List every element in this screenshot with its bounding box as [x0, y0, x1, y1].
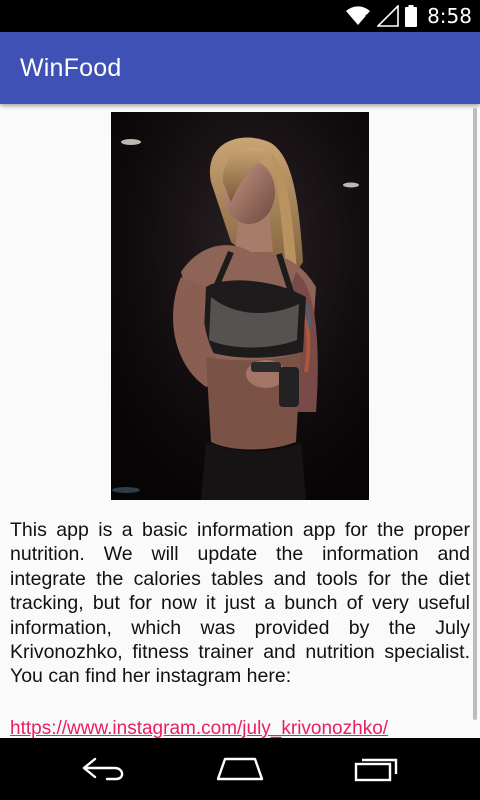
app-description: This app is a basic information app for …: [10, 519, 470, 688]
fitness-trainer-photo: [111, 112, 369, 500]
status-time: 8:58: [427, 4, 472, 28]
instagram-link[interactable]: https://www.instagram.com/july_krivonozh…: [10, 718, 388, 738]
recents-button[interactable]: [328, 738, 424, 800]
home-icon: [216, 757, 264, 781]
home-button[interactable]: [192, 738, 288, 800]
signal-icon: [377, 5, 399, 27]
back-button[interactable]: [56, 738, 152, 800]
scrollbar[interactable]: [473, 108, 477, 720]
app-bar: WinFood: [0, 32, 480, 104]
status-icons: 8:58: [345, 0, 472, 32]
back-icon: [82, 757, 124, 781]
battery-icon: [405, 5, 418, 27]
status-bar: 8:58: [0, 0, 480, 32]
recents-icon: [354, 758, 398, 782]
app-title: WinFood: [20, 54, 122, 82]
wifi-icon: [346, 6, 371, 25]
navigation-bar: [0, 738, 480, 800]
content-scroll-area[interactable]: This app is a basic information app for …: [0, 104, 480, 738]
